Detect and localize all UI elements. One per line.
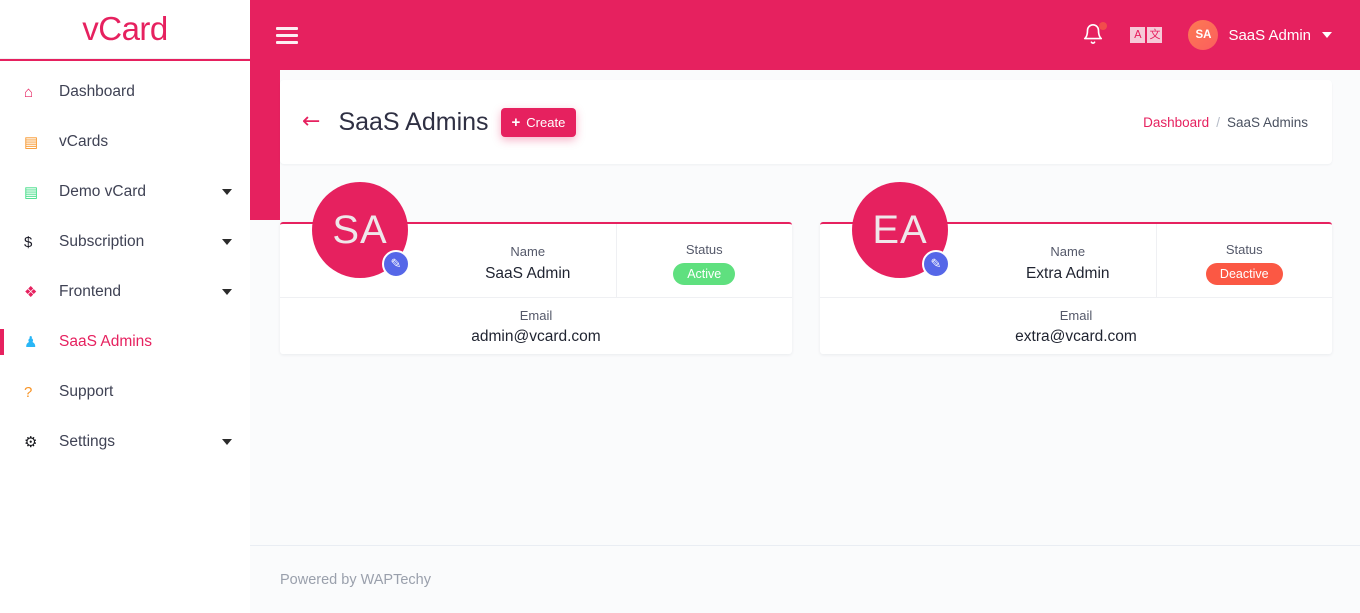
admin-card: SA ✎ Name SaaS Admin Status Active Email admin@… bbox=[280, 182, 793, 354]
avatar-wrapper: EA ✎ bbox=[852, 182, 950, 278]
chevron-down-icon bbox=[222, 289, 232, 295]
sidebar-item-settings[interactable]: ⚙ Settings bbox=[0, 417, 250, 467]
chevron-down-icon bbox=[222, 239, 232, 245]
breadcrumb-separator: / bbox=[1216, 114, 1220, 130]
brand-underline bbox=[0, 59, 250, 61]
admin-name-value: SaaS Admin bbox=[485, 265, 571, 282]
user-name: SaaS Admin bbox=[1228, 26, 1311, 44]
status-label: Status bbox=[1225, 242, 1263, 257]
edit-pencil-icon[interactable]: ✎ bbox=[922, 250, 950, 278]
sidebar-item-frontend[interactable]: ❖ Frontend bbox=[0, 267, 250, 317]
sidebar-item-label: Dashboard bbox=[59, 83, 135, 100]
admin-email-value: admin@vcard.com bbox=[471, 328, 601, 345]
back-arrow-icon[interactable]: ← bbox=[302, 111, 320, 133]
sidebar-item-subscription[interactable]: $ Subscription bbox=[0, 217, 250, 267]
admin-status-cell: Status Active bbox=[615, 224, 793, 297]
user-menu[interactable]: SA SaaS Admin bbox=[1188, 20, 1332, 50]
sidebar-item-support[interactable]: ? Support bbox=[0, 367, 250, 417]
sidebar-item-vcards[interactable]: ▤ vCards bbox=[0, 117, 250, 167]
breadcrumb-dashboard[interactable]: Dashboard bbox=[1143, 115, 1209, 130]
page-title: SaaS Admins bbox=[338, 107, 489, 136]
admin-name-cell: Name Extra Admin bbox=[980, 224, 1156, 297]
contact-card-icon: ▤ bbox=[24, 133, 39, 151]
home-icon: ⌂ bbox=[24, 83, 34, 101]
status-label: Status bbox=[685, 242, 723, 257]
footer-text: Powered by WAPTechy bbox=[280, 571, 431, 588]
status-badge: Deactive bbox=[1205, 263, 1283, 285]
footer: Powered by WAPTechy bbox=[250, 545, 1360, 613]
admin-card: EA ✎ Name Extra Admin Status Deactive Email ext… bbox=[820, 182, 1333, 354]
translate-letter-latin: A bbox=[1130, 27, 1146, 43]
admin-email-value: extra@vcard.com bbox=[1015, 328, 1137, 345]
email-label: Email bbox=[1059, 308, 1093, 323]
admin-name-cell: Name SaaS Admin bbox=[440, 224, 616, 297]
translate-letter-cjk: 文 bbox=[1147, 27, 1163, 43]
sidebar-item-label: Demo vCard bbox=[59, 183, 146, 200]
user-tie-icon: ♟ bbox=[24, 333, 38, 351]
chevron-down-icon bbox=[1322, 32, 1332, 38]
dollar-icon: $ bbox=[24, 233, 33, 251]
main-region: A 文 SA SaaS Admin ← SaaS Admins + Create bbox=[250, 0, 1360, 613]
notification-dot bbox=[1099, 22, 1108, 30]
sidebar-item-label: Settings bbox=[59, 433, 116, 450]
translate-icon[interactable]: A 文 bbox=[1130, 27, 1163, 43]
sidebar-item-saas-admins[interactable]: ♟ SaaS Admins bbox=[0, 317, 250, 367]
bell-icon[interactable] bbox=[1082, 22, 1108, 48]
avatar-wrapper: SA ✎ bbox=[312, 182, 410, 278]
chevron-down-icon bbox=[222, 189, 232, 195]
puzzle-icon: ❖ bbox=[24, 283, 38, 301]
decorative-accent bbox=[250, 70, 280, 220]
page-header-card: ← SaaS Admins + Create Dashboard / SaaS … bbox=[280, 80, 1332, 164]
sidebar-item-label: vCards bbox=[59, 133, 109, 150]
content-area: ← SaaS Admins + Create Dashboard / SaaS … bbox=[250, 70, 1360, 545]
status-badge: Active bbox=[673, 263, 736, 285]
breadcrumb-current: SaaS Admins bbox=[1226, 114, 1308, 130]
topbar-actions: A 文 SA SaaS Admin bbox=[1082, 20, 1332, 50]
avatar: SA bbox=[1188, 20, 1219, 50]
admin-email-cell: Email admin@vcard.com bbox=[280, 298, 792, 354]
admin-status-cell: Status Deactive bbox=[1155, 224, 1333, 297]
app-root: vCard ⌂ Dashboard ▤ vCards ▤ Demo vCard $ Subsc… bbox=[0, 0, 1360, 613]
name-label: Name bbox=[1050, 244, 1086, 259]
plus-icon: + bbox=[511, 113, 521, 131]
topbar: A 文 SA SaaS Admin bbox=[250, 0, 1360, 70]
create-button-label: Create bbox=[526, 114, 566, 130]
create-button[interactable]: + Create bbox=[500, 107, 577, 137]
admin-name-value: Extra Admin bbox=[1025, 265, 1110, 282]
chevron-down-icon bbox=[222, 439, 232, 445]
admin-cards-row: SA ✎ Name SaaS Admin Status Active Email admin@… bbox=[280, 182, 1333, 354]
edit-pencil-icon[interactable]: ✎ bbox=[382, 250, 410, 278]
brand-name: vCard bbox=[82, 10, 168, 47]
breadcrumb: Dashboard / SaaS Admins bbox=[1143, 115, 1308, 130]
brand-logo[interactable]: vCard bbox=[0, 0, 250, 59]
sidebar-item-label: Frontend bbox=[59, 283, 122, 300]
gear-icon: ⚙ bbox=[24, 433, 38, 451]
sidebar-nav: ⌂ Dashboard ▤ vCards ▤ Demo vCard $ Subscriptio… bbox=[0, 59, 250, 467]
email-label: Email bbox=[519, 308, 553, 323]
sidebar-item-label: SaaS Admins bbox=[59, 333, 153, 350]
sidebar-item-label: Subscription bbox=[59, 233, 145, 250]
sidebar-item-label: Support bbox=[59, 383, 114, 400]
question-circle-icon: ? bbox=[24, 383, 33, 401]
hamburger-icon[interactable] bbox=[276, 26, 298, 44]
sidebar: vCard ⌂ Dashboard ▤ vCards ▤ Demo vCard $ Subsc… bbox=[0, 0, 250, 613]
admin-email-cell: Email extra@vcard.com bbox=[820, 298, 1332, 354]
name-label: Name bbox=[510, 244, 546, 259]
sidebar-item-demo-vcard[interactable]: ▤ Demo vCard bbox=[0, 167, 250, 217]
id-card-icon: ▤ bbox=[24, 183, 39, 201]
sidebar-item-dashboard[interactable]: ⌂ Dashboard bbox=[0, 67, 250, 117]
